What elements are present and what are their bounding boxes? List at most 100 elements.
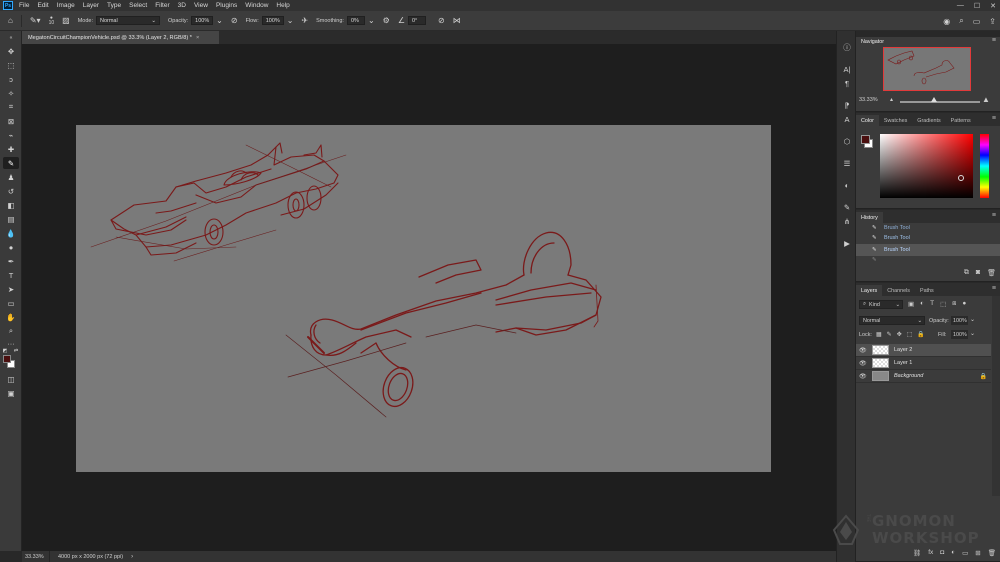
smoothing-field[interactable]: 0% <box>346 16 365 25</box>
menu-layer[interactable]: Layer <box>83 2 99 9</box>
tab-layers[interactable]: Layers <box>856 285 883 296</box>
blur-tool-icon[interactable]: 💧 <box>3 227 19 239</box>
menu-type[interactable]: Type <box>107 2 121 9</box>
navigator-zoom-value[interactable]: 33.33% <box>859 97 878 103</box>
layer-row-layer-2[interactable]: 👁 Layer 2 <box>856 344 991 357</box>
lock-artboard-icon[interactable]: ⬚ <box>907 331 913 338</box>
blend-mode-select[interactable]: Normal ⌄ <box>859 316 925 325</box>
mode-select[interactable]: Normal ⌄ <box>95 16 160 25</box>
menu-image[interactable]: Image <box>57 2 75 9</box>
pressure-size-icon[interactable]: ⊘ <box>438 16 445 25</box>
tab-swatches[interactable]: Swatches <box>879 115 912 126</box>
info-icon[interactable]: ⓘ <box>840 41 854 53</box>
zoom-in-icon[interactable]: ▲ <box>982 95 990 104</box>
fill-dropdown-icon[interactable]: ⌄ <box>970 330 975 337</box>
lock-position-icon[interactable]: ✥ <box>897 331 902 338</box>
eraser-tool-icon[interactable]: ◧ <box>3 199 19 211</box>
menu-help[interactable]: Help <box>276 2 289 9</box>
menu-window[interactable]: Window <box>245 2 268 9</box>
history-item-faded[interactable]: ✎ <box>856 256 1000 264</box>
new-group-icon[interactable]: ▭ <box>962 549 968 557</box>
layer-style-icon[interactable]: fx <box>928 549 933 557</box>
tab-channels[interactable]: Channels <box>882 285 915 296</box>
color-picker-cursor[interactable] <box>958 175 964 181</box>
tab-paths[interactable]: Paths <box>915 285 939 296</box>
navigator-zoom-slider[interactable] <box>900 101 980 103</box>
lock-icon[interactable]: 🔒 <box>980 373 987 380</box>
history-item-current[interactable]: ✎ Brush Tool <box>856 244 1000 256</box>
smoothing-dropdown-icon[interactable]: ⌄ <box>368 16 375 25</box>
maximize-icon[interactable]: ☐ <box>974 2 980 10</box>
airbrush-icon[interactable]: ✈ <box>301 16 308 25</box>
document-canvas[interactable] <box>76 125 771 472</box>
gear-icon[interactable]: ⚙ <box>383 16 390 25</box>
filter-adjustment-icon[interactable]: ◐ <box>920 300 924 308</box>
menu-edit[interactable]: Edit <box>37 2 48 9</box>
gradient-tool-icon[interactable]: ▤ <box>3 213 19 225</box>
layer-row-layer-1[interactable]: 👁 Layer 1 <box>856 357 991 370</box>
clone-stamp-tool-icon[interactable]: ♟ <box>3 171 19 183</box>
layer-filter-kind[interactable]: ⌕ Kind ⌄ <box>859 300 903 309</box>
quick-mask-icon[interactable]: ◫ <box>3 373 19 385</box>
delete-layer-icon[interactable]: 🗑 <box>988 549 996 557</box>
marquee-tool-icon[interactable]: ⬚ <box>3 59 19 71</box>
eye-icon[interactable]: 👁 <box>859 347 869 354</box>
swap-colors-icon[interactable]: ⇄ <box>12 345 20 357</box>
zoom-out-icon[interactable]: ▴ <box>890 96 893 103</box>
color-fg-swatch[interactable] <box>861 135 870 144</box>
quick-select-tool-icon[interactable]: ✧ <box>3 87 19 99</box>
tab-history[interactable]: History <box>856 212 883 223</box>
rectangle-tool-icon[interactable]: ▭ <box>3 297 19 309</box>
layer-mask-icon[interactable]: ◘ <box>940 549 944 557</box>
move-tool-icon[interactable]: ✥ <box>3 45 19 57</box>
dodge-tool-icon[interactable]: ● <box>3 241 19 253</box>
crop-tool-icon[interactable]: ⌗ <box>3 101 19 113</box>
user-icon[interactable]: ◉ <box>943 17 950 26</box>
hand-tool-icon[interactable]: ✋ <box>3 311 19 323</box>
fill-field[interactable]: 100% <box>951 330 968 339</box>
zoom-tool-icon[interactable]: ⌕ <box>3 325 19 337</box>
close-tab-icon[interactable]: × <box>196 35 199 41</box>
workspace-icon[interactable]: ▭ <box>973 17 981 26</box>
brush-settings-panel-icon[interactable]: ✎ <box>840 201 854 213</box>
color-field[interactable] <box>880 134 973 198</box>
actions-panel-icon[interactable]: ▶ <box>840 237 854 249</box>
layers-scrollbar[interactable] <box>992 296 1000 496</box>
menu-view[interactable]: View <box>194 2 208 9</box>
filter-pixel-icon[interactable]: ▣ <box>908 300 914 308</box>
pasteboard[interactable] <box>22 44 836 551</box>
adjustment-layer-icon[interactable]: ◐ <box>951 549 955 557</box>
glyphs-panel-icon[interactable]: ⁋ <box>840 99 854 111</box>
symmetry-icon[interactable]: ⋈ <box>453 16 461 25</box>
navigator-zoom-knob[interactable] <box>931 97 937 102</box>
path-selection-tool-icon[interactable]: ➤ <box>3 283 19 295</box>
brush-size-picker[interactable]: ● 10 <box>49 15 55 26</box>
navigator-preview[interactable] <box>883 47 971 91</box>
opacity-field[interactable]: 100% <box>191 16 214 25</box>
navigator-tab[interactable]: Navigator <box>861 39 884 45</box>
flow-dropdown-icon[interactable]: ⌄ <box>287 16 294 25</box>
menu-3d[interactable]: 3D <box>178 2 186 9</box>
pressure-opacity-icon[interactable]: ⊘ <box>231 16 238 25</box>
opacity-dropdown-icon[interactable]: ⌄ <box>970 316 975 323</box>
filter-shape-icon[interactable]: ⬚ <box>940 300 946 308</box>
filter-smart-object-icon[interactable]: ⧈ <box>952 300 956 308</box>
history-brush-tool-icon[interactable]: ↺ <box>3 185 19 197</box>
brush-settings-icon[interactable]: ▨ <box>62 16 70 25</box>
new-layer-icon[interactable]: ⊞ <box>975 549 980 557</box>
layers-menu-icon[interactable]: ≡ <box>992 285 996 292</box>
snapshot-icon[interactable]: ◙ <box>976 269 980 277</box>
close-icon[interactable]: ✕ <box>990 2 996 10</box>
history-menu-icon[interactable]: ≡ <box>992 212 996 219</box>
trash-icon[interactable]: 🗑 <box>987 269 996 277</box>
filter-type-icon[interactable]: T <box>930 300 934 308</box>
pen-tool-icon[interactable]: ✒ <box>3 255 19 267</box>
tab-gradients[interactable]: Gradients <box>912 115 945 126</box>
paragraph-panel-icon[interactable]: ¶ <box>840 77 854 89</box>
link-layers-icon[interactable]: ⛓ <box>913 549 921 557</box>
navigator-menu-icon[interactable]: ≡ <box>992 37 996 44</box>
lock-all-icon[interactable]: 🔒 <box>917 331 924 338</box>
lock-transparent-icon[interactable]: ▦ <box>876 331 882 338</box>
3d-panel-icon[interactable]: ⬡ <box>840 135 854 147</box>
properties-panel-icon[interactable]: ☰ <box>840 157 854 169</box>
